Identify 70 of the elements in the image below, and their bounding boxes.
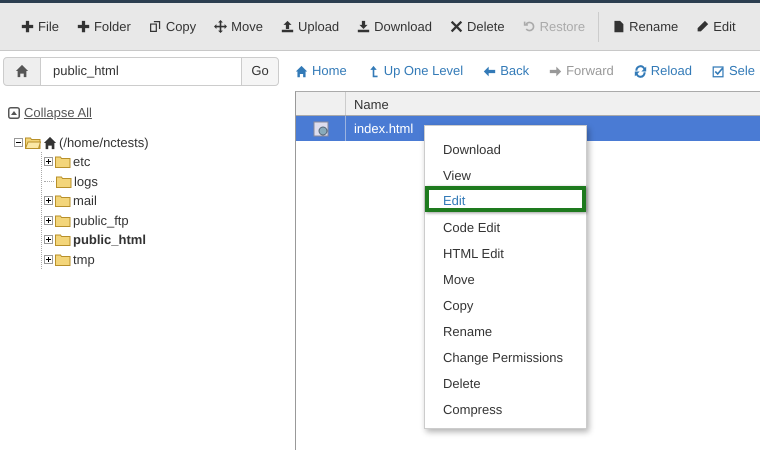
folder-icon [55,155,71,168]
toolbar-button[interactable]: Move [205,12,272,40]
menu-item[interactable]: Compress [425,394,586,420]
menu-item[interactable]: Edit [425,186,586,212]
menu-item[interactable]: Code Edit [425,212,586,238]
expand-icon[interactable] [44,196,53,206]
toolbar-button[interactable]: File [12,12,68,40]
menu-item[interactable]: Copy [425,290,586,316]
pencil-icon [696,20,710,33]
plus-icon [21,20,34,33]
toolbar-button[interactable]: Rename [603,12,688,40]
web-file-icon [312,120,328,136]
menu-item[interactable]: Download [425,134,586,160]
home-icon [43,136,57,150]
toolbar-button[interactable]: Folder [68,12,140,40]
home-icon [15,64,29,78]
right-arrow-icon [549,64,562,78]
path-field[interactable]: public_html [41,56,241,86]
file-name: index.html [354,120,414,136]
column-header[interactable]: Name [346,92,397,115]
download-icon [357,20,370,33]
go-button[interactable]: Go [241,56,279,86]
folder-icon [55,233,71,246]
toolbar-button[interactable]: Download [348,12,441,40]
checkbox-icon [712,64,725,78]
toolbar-button[interactable]: Copy [140,12,206,40]
expand-icon[interactable] [44,254,53,264]
toolbar-button[interactable]: Upload [272,12,348,40]
undo-icon [522,20,536,33]
folder-label[interactable]: public_html [73,230,146,250]
menu-item[interactable]: HTML Edit [425,238,586,264]
nav-link[interactable]: Back [473,61,540,81]
folder-label[interactable]: public_ftp [73,210,129,230]
plus-icon [76,20,90,33]
reload-icon [634,64,647,78]
expand-icon[interactable] [44,157,53,166]
nav-link[interactable]: Sele [702,61,760,81]
folder-label[interactable]: logs [74,172,98,191]
copy-icon [148,20,162,33]
folder-label[interactable]: etc [73,152,90,172]
folder-label[interactable]: (/home/nctests) [59,132,149,152]
folder-icon [55,214,71,227]
collapse-icon [8,106,20,119]
menu-item[interactable]: View [425,160,586,186]
home-button[interactable] [3,56,41,86]
upload-icon [280,20,294,33]
move-arrows-icon [214,20,228,33]
menu-item[interactable]: Rename [425,316,586,342]
menu-item[interactable]: Change Permissions [425,342,586,368]
open-folder-icon [25,136,41,149]
x-icon [450,20,463,33]
folder-icon [55,252,71,266]
nav-link[interactable]: Up One Level [356,61,474,81]
folder-icon [56,174,72,188]
expand-icon[interactable] [44,216,53,225]
menu-item[interactable]: Move [425,264,586,290]
nav-link[interactable]: Home [285,61,357,81]
left-arrow-icon [483,64,496,78]
collapse-icon[interactable] [14,138,23,147]
collapse-all-link[interactable]: Collapse All [8,103,287,122]
toolbar-button[interactable]: Edit [687,12,745,40]
home-icon [295,64,308,78]
nav-link[interactable]: Reload [624,61,702,81]
folder-icon [55,194,71,208]
folder-label[interactable]: mail [73,191,97,210]
menu-item[interactable]: Delete [425,368,586,394]
file-icon [612,20,626,33]
expand-icon[interactable] [44,235,53,244]
toolbar-button[interactable]: Delete [441,12,514,40]
folder-label[interactable]: tmp [73,250,95,269]
